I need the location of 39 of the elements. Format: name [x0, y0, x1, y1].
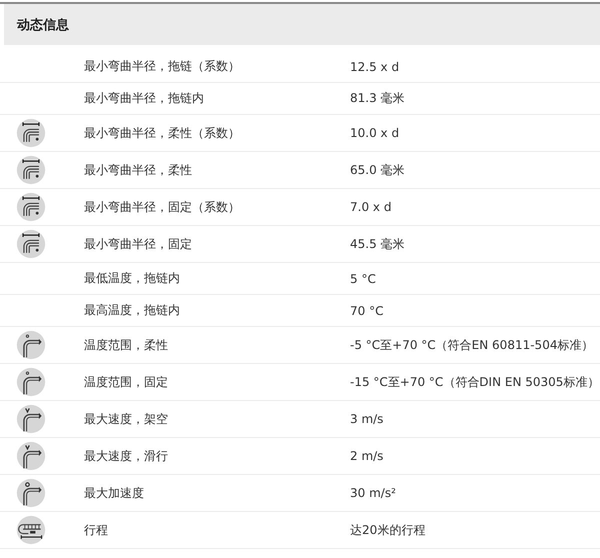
property-value: -15 °C至+70 °C（符合DIN EN 50305标准）: [350, 374, 600, 390]
property-label: 最小弯曲半径，固定: [84, 236, 193, 252]
property-label: 最高温度，拖链内: [84, 302, 181, 319]
property-label: 温度范围，柔性: [84, 336, 169, 354]
property-value: 12.5 x d: [350, 60, 400, 74]
property-label: 最大速度，滑行: [84, 448, 169, 464]
property-value: 达20米的行程: [350, 522, 426, 538]
bend-radius-icon: [16, 118, 46, 148]
property-value: 70 °C: [350, 304, 384, 318]
property-label: 温度范围，固定: [84, 374, 169, 390]
acceleration-cable-icon: [16, 478, 46, 508]
property-value: -5 °C至+70 °C（符合EN 60811-504标准）: [350, 336, 594, 354]
property-value: 7.0 x d: [350, 200, 392, 214]
temperature-cable-icon: [16, 330, 46, 360]
property-value: 65.0 毫米: [350, 162, 406, 178]
property-label: 最小弯曲半径，柔性（系数）: [84, 124, 241, 142]
property-label: 最大速度，架空: [84, 410, 169, 428]
bend-radius-icon: [16, 192, 46, 222]
property-label: 最小弯曲半径，柔性: [84, 162, 193, 178]
speed-cable-icon: [16, 404, 46, 434]
temperature-cable-icon: [16, 367, 46, 397]
property-label: 最低温度，拖链内: [84, 270, 181, 287]
property-label: 最大加速度: [84, 484, 145, 502]
property-value: 3 m/s: [350, 412, 384, 426]
property-label: 行程: [84, 522, 109, 538]
property-value: 2 m/s: [350, 449, 384, 463]
property-label: 最小弯曲半径，拖链内: [84, 90, 205, 107]
property-value: 30 m/s²: [350, 486, 397, 500]
bend-radius-icon: [16, 155, 46, 185]
property-value: 81.3 毫米: [350, 90, 406, 107]
property-label: 最小弯曲半径，拖链（系数）: [84, 58, 241, 75]
property-value: 5 °C: [350, 272, 377, 286]
property-value: 45.5 毫米: [350, 236, 406, 252]
property-label: 最小弯曲半径，固定（系数）: [84, 198, 241, 216]
speed-cable-icon: [16, 441, 46, 471]
section-title: 动态信息: [17, 16, 69, 34]
bend-radius-icon: [16, 229, 46, 259]
property-value: 10.0 x d: [350, 126, 400, 140]
travel-distance-icon: [16, 515, 46, 545]
